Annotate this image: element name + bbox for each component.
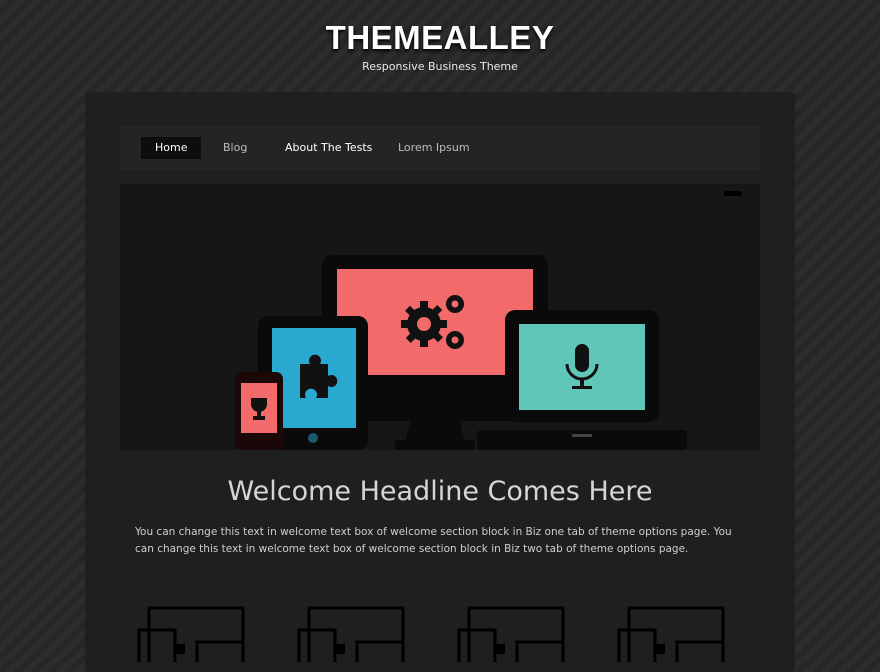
devices-outline-icon	[137, 606, 245, 662]
devices-outline-icon	[617, 606, 725, 662]
nav-item-home[interactable]: Home	[141, 137, 202, 159]
site-title[interactable]: THEMEALLEY	[0, 18, 880, 58]
laptop-microphone-icon	[477, 310, 687, 450]
hero-slider	[120, 184, 760, 450]
phone-trophy-icon	[235, 372, 283, 450]
welcome-headline: Welcome Headline Comes Here	[227, 476, 653, 507]
features-row	[135, 602, 755, 672]
site-header: THEMEALLEY Responsive Business Theme	[0, 18, 880, 73]
nav-item-blog[interactable]: Blog	[209, 137, 261, 159]
devices-illustration	[235, 255, 687, 450]
site-tagline: Responsive Business Theme	[362, 60, 518, 73]
content-wrapper: Home Blog About The Tests Lorem Ipsum We…	[85, 92, 795, 672]
nav-item-about-the-tests[interactable]: About The Tests	[271, 137, 386, 159]
welcome-text: You can change this text in welcome text…	[135, 526, 732, 555]
main-navigation: Home Blog About The Tests Lorem Ipsum	[120, 126, 760, 170]
devices-outline-icon	[297, 606, 405, 662]
nav-item-lorem-ipsum[interactable]: Lorem Ipsum	[384, 137, 484, 159]
devices-outline-icon	[457, 606, 565, 662]
